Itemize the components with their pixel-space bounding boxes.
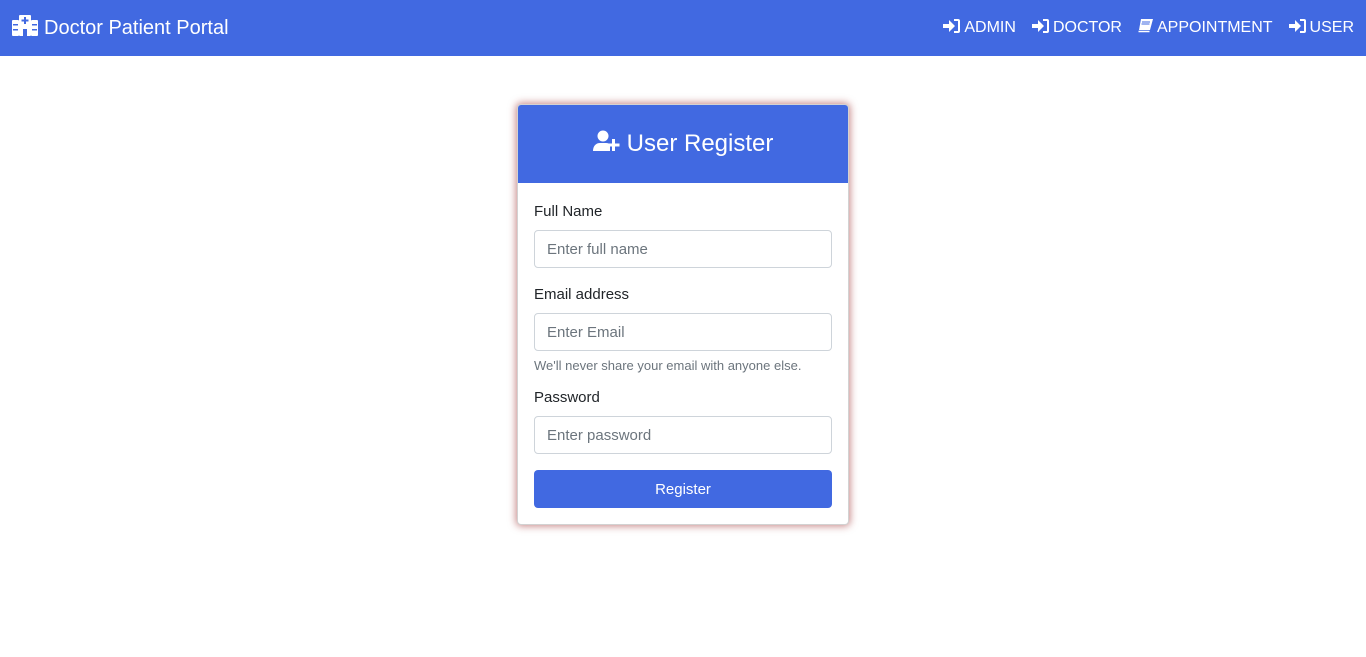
register-form: Full Name Email address We'll never shar… [518, 183, 848, 524]
sign-in-icon [943, 18, 964, 38]
sign-in-icon [1288, 18, 1310, 38]
brand-title: Doctor Patient Portal [44, 16, 229, 39]
password-group: Password [534, 389, 832, 454]
email-help-text: We'll never share your email with anyone… [534, 358, 802, 373]
nav-link-label: ADMIN [964, 19, 1016, 36]
email-label: Email address [534, 286, 630, 303]
card-title: User Register [626, 130, 774, 157]
nav-link-label: DOCTOR [1052, 19, 1122, 36]
full-name-input[interactable] [534, 230, 832, 268]
password-label: Password [534, 389, 600, 406]
nav-links: ADMIN DOCTOR APPOINTMENT USER [927, 18, 1354, 38]
register-card-container: User Register Full Name Email address We… [517, 104, 849, 525]
navbar: Doctor Patient Portal ADMIN DOCTOR APPOI… [0, 0, 1366, 56]
nav-link-label: USER [1309, 19, 1354, 36]
hospital-icon [12, 14, 44, 42]
email-input[interactable] [534, 313, 832, 351]
nav-link-label: APPOINTMENT [1156, 19, 1273, 36]
nav-link-doctor[interactable]: DOCTOR [1031, 18, 1122, 38]
password-input[interactable] [534, 416, 832, 454]
register-button[interactable]: Register [534, 470, 832, 508]
card-header: User Register [518, 105, 848, 183]
user-plus-icon [592, 130, 627, 159]
nav-link-admin[interactable]: ADMIN [943, 18, 1016, 38]
sign-in-icon [1031, 18, 1053, 38]
email-group: Email address We'll never share your ema… [534, 286, 832, 373]
register-card: User Register Full Name Email address We… [517, 104, 849, 525]
book-icon [1138, 18, 1157, 38]
brand-link[interactable]: Doctor Patient Portal [12, 14, 229, 42]
full-name-group: Full Name [534, 203, 832, 268]
nav-link-appointment[interactable]: APPOINTMENT [1138, 18, 1273, 38]
full-name-label: Full Name [534, 203, 603, 220]
nav-link-user[interactable]: USER [1288, 18, 1354, 38]
